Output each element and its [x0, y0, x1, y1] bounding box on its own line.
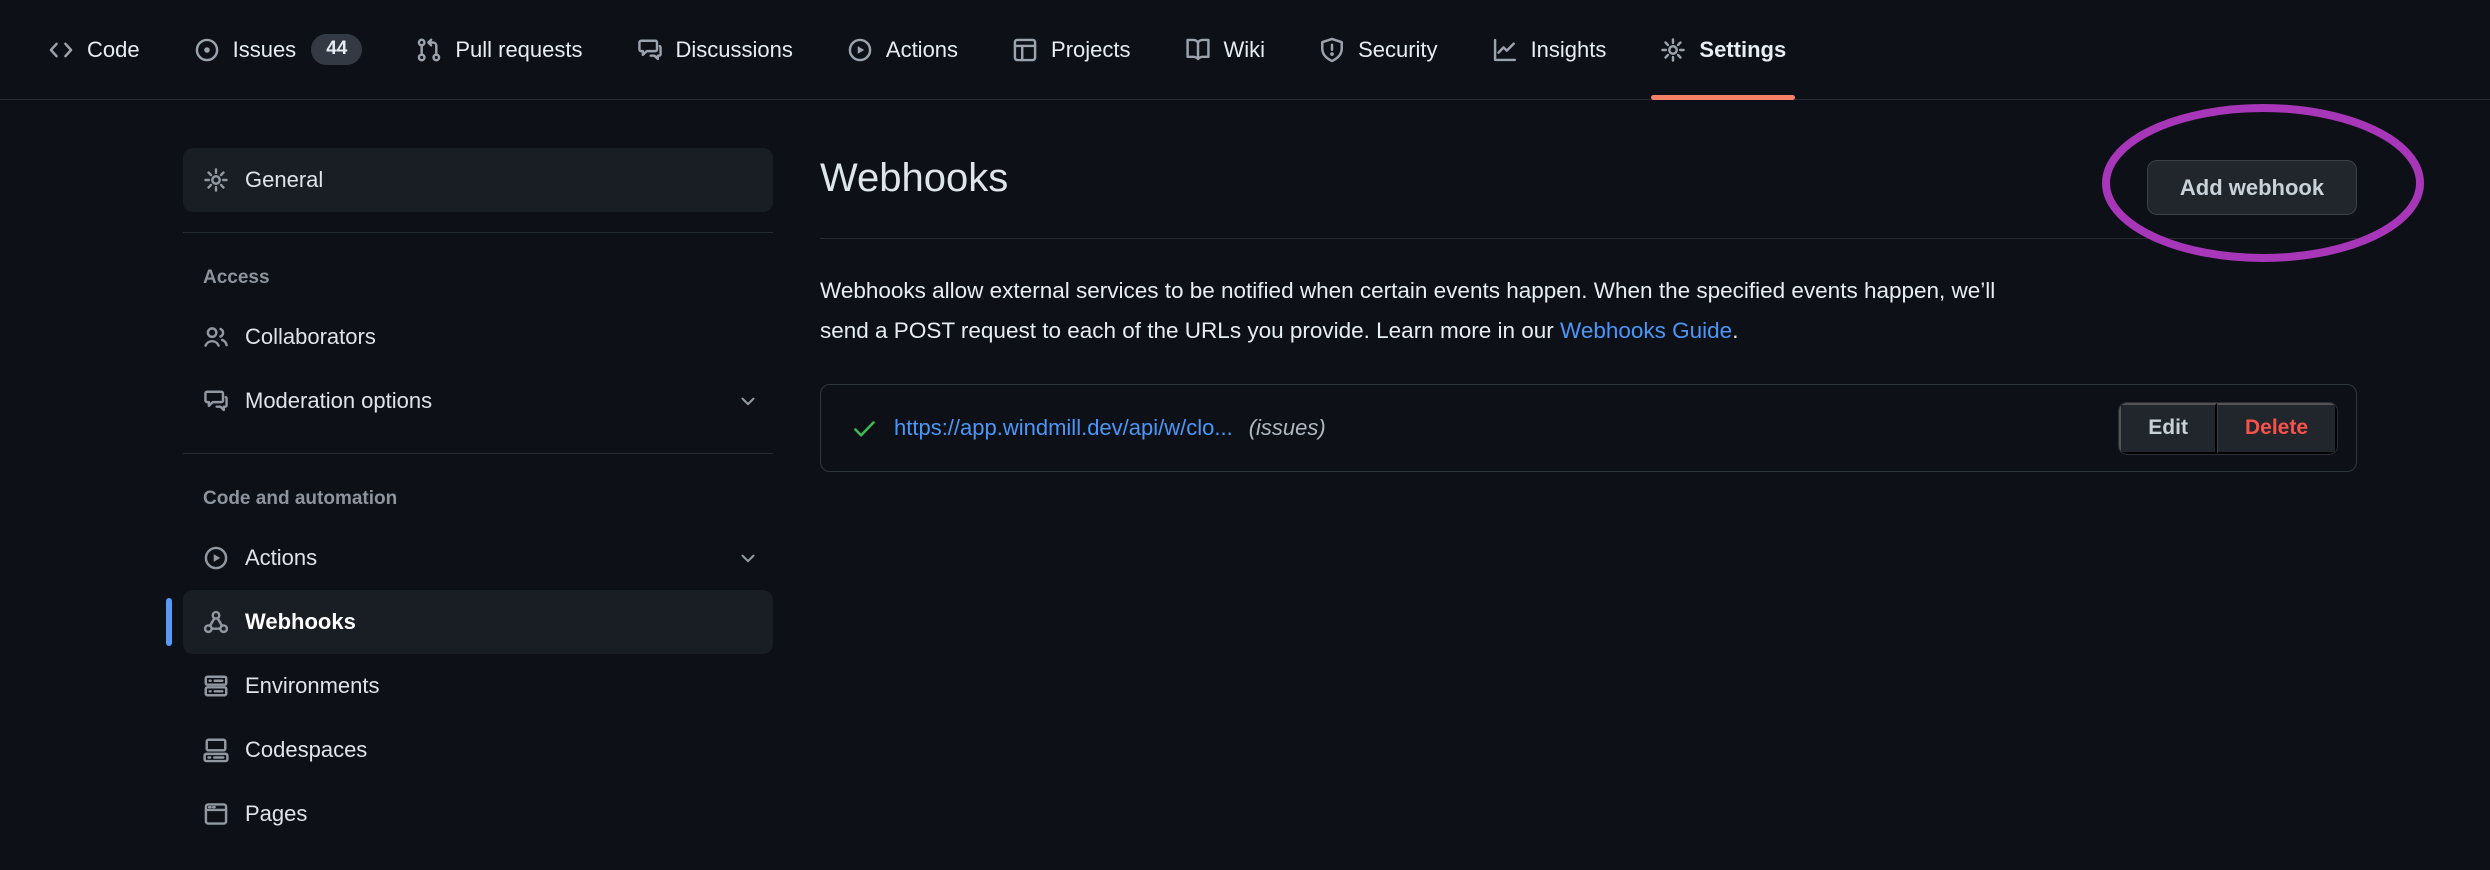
- settings-sidebar: General Access Collaborators Moderation …: [183, 148, 773, 846]
- sidebar-item-label: Collaborators: [245, 324, 759, 350]
- issues-count-badge: 44: [311, 34, 362, 65]
- sidebar-item-codespaces[interactable]: Codespaces: [183, 718, 773, 782]
- sidebar-item-label: Codespaces: [245, 737, 759, 763]
- tab-label: Pull requests: [455, 37, 582, 63]
- tab-projects[interactable]: Projects: [999, 0, 1143, 99]
- codespaces-icon: [203, 737, 229, 763]
- issue-opened-icon: [194, 37, 220, 63]
- add-webhook-button[interactable]: Add webhook: [2147, 160, 2357, 215]
- sidebar-item-moderation-options[interactable]: Moderation options: [183, 369, 773, 433]
- book-icon: [1185, 37, 1211, 63]
- sidebar-item-label: Webhooks: [245, 609, 759, 635]
- comment-discussion-icon: [203, 388, 229, 414]
- description-line-1: Webhooks allow external services to be n…: [820, 271, 2357, 311]
- table-icon: [1012, 37, 1038, 63]
- sidebar-item-environments[interactable]: Environments: [183, 654, 773, 718]
- graph-icon: [1492, 37, 1518, 63]
- server-icon: [203, 673, 229, 699]
- tab-issues[interactable]: Issues 44: [181, 0, 376, 99]
- tab-discussions[interactable]: Discussions: [624, 0, 806, 99]
- tab-wiki[interactable]: Wiki: [1172, 0, 1279, 99]
- delete-webhook-button[interactable]: Delete: [2217, 403, 2337, 454]
- tab-insights[interactable]: Insights: [1479, 0, 1620, 99]
- shield-icon: [1319, 37, 1345, 63]
- sidebar-item-general[interactable]: General: [183, 148, 773, 212]
- play-icon: [203, 545, 229, 571]
- comment-discussion-icon: [637, 37, 663, 63]
- tab-label: Discussions: [676, 37, 793, 63]
- active-item-accent-bar: [166, 598, 172, 646]
- tab-pull-requests[interactable]: Pull requests: [403, 0, 595, 99]
- tab-label: Security: [1358, 37, 1437, 63]
- webhooks-description: Webhooks allow external services to be n…: [820, 271, 2357, 351]
- sidebar-item-pages[interactable]: Pages: [183, 782, 773, 846]
- tab-label: Insights: [1531, 37, 1607, 63]
- tab-settings[interactable]: Settings: [1647, 0, 1799, 99]
- sidebar-item-label: Moderation options: [245, 388, 721, 414]
- webhook-list-item: https://app.windmill.dev/api/w/clo... (i…: [820, 384, 2357, 472]
- sidebar-item-label: General: [245, 167, 759, 193]
- gear-icon: [203, 167, 229, 193]
- webhooks-settings-panel: Webhooks Add webhook Webhooks allow exte…: [820, 148, 2357, 472]
- sidebar-item-label: Actions: [245, 545, 721, 571]
- browser-icon: [203, 801, 229, 827]
- tab-label: Issues: [233, 37, 297, 63]
- description-line-2: send a POST request to each of the URLs …: [820, 311, 2357, 351]
- sidebar-section-access: Access: [183, 267, 773, 289]
- play-icon: [847, 37, 873, 63]
- chevron-down-icon: [737, 390, 759, 412]
- webhook-url-link[interactable]: https://app.windmill.dev/api/w/clo...: [894, 415, 1233, 441]
- tab-code[interactable]: Code: [35, 0, 153, 99]
- tab-actions[interactable]: Actions: [834, 0, 971, 99]
- sidebar-section-code-automation: Code and automation: [183, 488, 773, 510]
- page-header: Webhooks Add webhook: [820, 148, 2357, 238]
- sidebar-divider: [183, 232, 773, 233]
- code-icon: [48, 37, 74, 63]
- git-pull-request-icon: [416, 37, 442, 63]
- tab-label: Wiki: [1224, 37, 1266, 63]
- tab-label: Projects: [1051, 37, 1130, 63]
- webhook-actions-group: Edit Delete: [2118, 402, 2338, 455]
- sidebar-divider: [183, 453, 773, 454]
- edit-webhook-button[interactable]: Edit: [2119, 403, 2217, 454]
- sidebar-item-collaborators[interactable]: Collaborators: [183, 305, 773, 369]
- tab-label: Actions: [886, 37, 958, 63]
- sidebar-item-label: Pages: [245, 801, 759, 827]
- webhooks-guide-link[interactable]: Webhooks Guide: [1560, 318, 1732, 343]
- repo-tab-bar: Code Issues 44 Pull requests Discussions: [0, 0, 2490, 100]
- tab-security[interactable]: Security: [1306, 0, 1450, 99]
- webhook-icon: [203, 609, 229, 635]
- sidebar-item-actions[interactable]: Actions: [183, 526, 773, 590]
- sidebar-item-label: Environments: [245, 673, 759, 699]
- people-icon: [203, 324, 229, 350]
- chevron-down-icon: [737, 547, 759, 569]
- header-divider: [820, 238, 2357, 239]
- tab-label: Code: [87, 37, 140, 63]
- webhook-events: (issues): [1249, 415, 1326, 441]
- check-icon: [851, 415, 878, 442]
- sidebar-item-webhooks[interactable]: Webhooks: [183, 590, 773, 654]
- page-title: Webhooks: [820, 156, 1008, 201]
- gear-icon: [1660, 37, 1686, 63]
- tab-label: Settings: [1699, 37, 1786, 63]
